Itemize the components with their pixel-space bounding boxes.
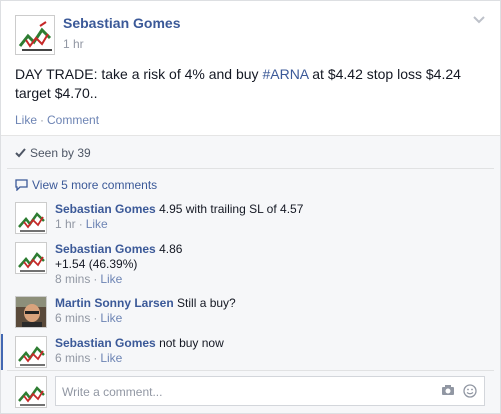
comment-like-link[interactable]: Like bbox=[86, 217, 108, 231]
commenter-avatar[interactable] bbox=[15, 242, 47, 274]
like-link[interactable]: Like bbox=[15, 113, 37, 127]
comment-item: Sebastian Gomes 4.95 with trailing SL of… bbox=[15, 202, 487, 234]
camera-icon[interactable] bbox=[441, 384, 455, 396]
separator: · bbox=[40, 113, 45, 127]
comment-author[interactable]: Sebastian Gomes bbox=[55, 242, 156, 256]
seen-by-label: Seen by 39 bbox=[30, 146, 91, 160]
comment-bubble-icon bbox=[15, 179, 28, 191]
new-comment-indicator bbox=[1, 334, 3, 370]
view-more-comments-label: View 5 more comments bbox=[32, 178, 158, 192]
post-actions: Like · Comment bbox=[15, 113, 99, 127]
comment-like-link[interactable]: Like bbox=[100, 311, 122, 325]
comment-link[interactable]: Comment bbox=[47, 113, 99, 127]
comment-author[interactable]: Sebastian Gomes bbox=[55, 336, 156, 350]
ufi-area: Seen by 39 View 5 more comments Sebastia… bbox=[1, 135, 500, 413]
comment-body: Sebastian Gomes 4.86 +1.54 (46.39%) 8 mi… bbox=[55, 242, 485, 287]
viewer-avatar bbox=[15, 376, 47, 408]
comment-text: Still a buy? bbox=[177, 296, 236, 310]
separator: · bbox=[93, 272, 98, 286]
comment-time[interactable]: 8 mins bbox=[55, 272, 90, 286]
comment-item: Martin Sonny Larsen Still a buy? 6 mins ·… bbox=[15, 296, 487, 328]
comment-author[interactable]: Martin Sonny Larsen bbox=[55, 296, 174, 310]
comment-body: Sebastian Gomes not buy now 6 mins · Like bbox=[55, 336, 485, 366]
commenter-avatar[interactable] bbox=[15, 336, 47, 368]
comment-body: Martin Sonny Larsen Still a buy? 6 mins ·… bbox=[55, 296, 485, 326]
commenter-avatar[interactable] bbox=[15, 202, 47, 234]
comment-text: 4.86 bbox=[159, 242, 183, 256]
separator: · bbox=[78, 217, 83, 231]
comment-text: not buy now bbox=[159, 336, 224, 350]
comment-meta: 6 mins · Like bbox=[55, 351, 485, 366]
comment-item: Sebastian Gomes not buy now 6 mins · Like bbox=[15, 336, 487, 368]
post-author-name[interactable]: Sebastian Gomes bbox=[63, 15, 181, 31]
checkmark-icon bbox=[15, 148, 26, 158]
separator: · bbox=[93, 351, 98, 365]
seen-by[interactable]: Seen by 39 bbox=[15, 146, 91, 160]
separator: · bbox=[93, 311, 98, 325]
comment-meta: 8 mins · Like bbox=[55, 272, 485, 287]
comment-text-line2: +1.54 (46.39%) bbox=[55, 257, 138, 271]
divider bbox=[7, 168, 494, 169]
chevron-down-icon[interactable] bbox=[472, 13, 486, 27]
post-text-prefix: DAY TRADE: take a risk of 4% and buy bbox=[15, 66, 263, 82]
post-timestamp[interactable]: 1 hr bbox=[63, 37, 84, 51]
comment-like-link[interactable]: Like bbox=[100, 272, 122, 286]
comment-item: Sebastian Gomes 4.86 +1.54 (46.39%) 8 mi… bbox=[15, 242, 487, 290]
comment-time[interactable]: 6 mins bbox=[55, 311, 90, 325]
emoji-icon[interactable] bbox=[463, 384, 477, 398]
comment-meta: 6 mins · Like bbox=[55, 311, 485, 326]
comment-time[interactable]: 1 hr bbox=[55, 217, 76, 231]
post-text: DAY TRADE: take a risk of 4% and buy #AR… bbox=[15, 65, 487, 103]
author-avatar[interactable] bbox=[15, 15, 55, 55]
comment-text: 4.95 with trailing SL of 4.57 bbox=[159, 202, 304, 216]
comment-body: Sebastian Gomes 4.95 with trailing SL of… bbox=[55, 202, 485, 232]
commenter-avatar-photo[interactable] bbox=[15, 296, 47, 328]
comment-time[interactable]: 6 mins bbox=[55, 351, 90, 365]
post-header-area: Sebastian Gomes 1 hr DAY TRADE: take a r… bbox=[1, 1, 500, 135]
view-more-comments[interactable]: View 5 more comments bbox=[15, 178, 157, 192]
comment-input[interactable]: Write a comment... bbox=[55, 376, 485, 406]
post-card: Sebastian Gomes 1 hr DAY TRADE: take a r… bbox=[0, 0, 501, 414]
comment-meta: 1 hr · Like bbox=[55, 217, 485, 232]
comment-composer: Write a comment... bbox=[15, 376, 487, 408]
divider bbox=[7, 370, 494, 371]
comment-author[interactable]: Sebastian Gomes bbox=[55, 202, 156, 216]
hashtag-link[interactable]: #ARNA bbox=[262, 66, 308, 82]
comment-like-link[interactable]: Like bbox=[100, 351, 122, 365]
